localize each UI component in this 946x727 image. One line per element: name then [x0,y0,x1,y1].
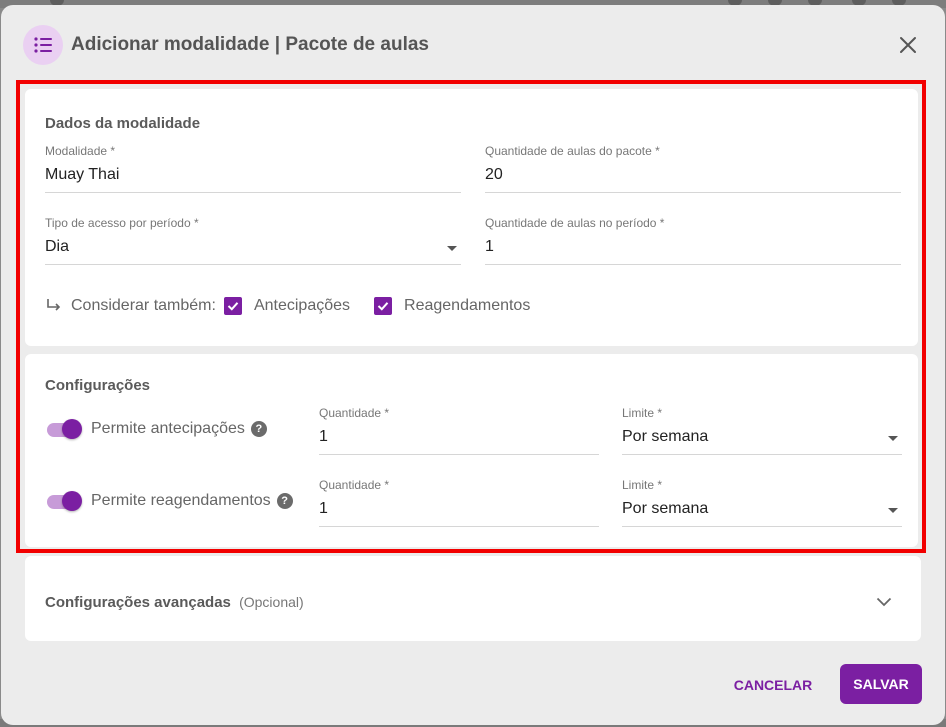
help-icon[interactable]: ? [276,493,293,509]
subdirectory-arrow-icon [45,297,63,315]
modality-data-title: Dados da modalidade [45,115,201,132]
reschedules-checkbox-label: Reagendamentos [404,297,531,314]
reschedules-quantity-label: Quantidade * [319,478,390,492]
reschedules-limit-value: Por semana [622,500,709,517]
consider-also-label: Considerar também: [71,297,216,314]
allow-reschedules-label: Permite reagendamentos [91,492,271,509]
advanced-settings-label: Configurações avançadas [45,594,231,611]
allow-anticipations-row: Permite antecipações ? [45,416,267,442]
list-icon [23,25,63,65]
modality-data-card: Dados da modalidade Modalidade * Muay Th… [25,89,918,346]
access-type-value: Dia [45,238,70,255]
optional-label: (Opcional) [239,594,304,610]
anticipations-quantity-label: Quantidade * [319,406,390,420]
period-class-quantity-field[interactable]: Quantidade de aulas no período * 1 [485,216,901,265]
allow-reschedules-row: Permite reagendamentos ? [45,488,293,514]
advanced-settings-panel[interactable]: Configurações avançadas (Opcional) [25,556,921,641]
toggle-thumb [62,419,82,439]
save-button[interactable]: SALVAR [840,664,922,704]
anticipations-checkbox-label: Antecipações [253,297,351,314]
modality-value: Muay Thai [45,166,120,183]
toggle-thumb [62,491,82,511]
close-icon[interactable] [896,33,920,57]
anticipations-limit-select[interactable]: Limite * Por semana [622,406,902,455]
period-class-quantity-label: Quantidade de aulas no período * [485,216,665,230]
reschedules-checkbox[interactable] [374,297,393,315]
anticipations-quantity-value: 1 [319,428,328,445]
dialog-header: Adicionar modalidade | Pacote de aulas [1,5,945,85]
reschedules-quantity-value: 1 [319,500,328,517]
period-class-quantity-value: 1 [485,238,494,255]
modality-field[interactable]: Modalidade * Muay Thai [45,144,461,193]
settings-card: Configurações Permite antecipações ? Qua… [25,354,918,547]
allow-anticipations-toggle[interactable] [45,418,83,440]
add-modality-dialog: Adicionar modalidade | Pacote de aulas D… [1,5,945,725]
anticipations-quantity-field[interactable]: Quantidade * 1 [319,406,599,455]
consider-also-row: Considerar também: Antecipações Reagenda… [45,294,530,318]
modality-label: Modalidade * [45,144,116,158]
allow-reschedules-toggle[interactable] [45,490,83,512]
reschedules-limit-label: Limite * [622,478,663,492]
dropdown-arrow-icon [447,246,457,251]
settings-title: Configurações [45,377,151,394]
access-type-select[interactable]: Tipo de acesso por período * Dia [45,216,461,265]
package-class-quantity-label: Quantidade de aulas do pacote * [485,144,660,158]
chevron-down-icon[interactable] [874,592,894,612]
access-type-label: Tipo de acesso por período * [45,216,199,230]
package-class-quantity-field[interactable]: Quantidade de aulas do pacote * 20 [485,144,901,193]
reschedules-limit-select[interactable]: Limite * Por semana [622,478,902,527]
anticipations-limit-label: Limite * [622,406,663,420]
reschedules-quantity-field[interactable]: Quantidade * 1 [319,478,599,527]
dropdown-arrow-icon [888,436,898,441]
allow-anticipations-label: Permite antecipações [91,420,245,437]
package-class-quantity-value: 20 [485,166,503,183]
dialog-title: Adicionar modalidade | Pacote de aulas [71,34,429,55]
help-icon[interactable]: ? [250,421,267,437]
dropdown-arrow-icon [888,508,898,513]
advanced-settings-title: Configurações avançadas (Opcional) [45,594,304,611]
anticipations-checkbox[interactable] [223,297,242,315]
cancel-button[interactable]: CANCELAR [722,665,824,705]
anticipations-limit-value: Por semana [622,428,709,445]
